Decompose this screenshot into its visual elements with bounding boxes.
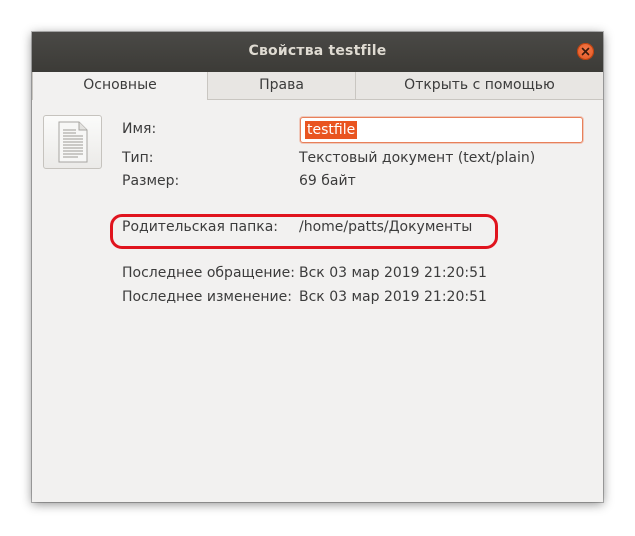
last-modified-value: Вск 03 мар 2019 21:20:51 <box>299 289 487 305</box>
size-label: Размер: <box>122 173 180 189</box>
tab-basic[interactable]: Основные <box>32 72 208 100</box>
window-title: Свойства testfile <box>248 43 387 59</box>
last-accessed-value: Вск 03 мар 2019 21:20:51 <box>299 265 487 281</box>
titlebar[interactable]: Свойства testfile <box>32 32 603 72</box>
parent-folder-value: /home/patts/Документы <box>299 219 473 235</box>
last-accessed-label: Последнее обращение: <box>122 265 295 281</box>
properties-dialog: Свойства testfile Основные Права Открыть… <box>32 32 603 502</box>
tab-bar: Основные Права Открыть с помощью <box>32 72 603 100</box>
type-value: Текстовый документ (text/plain) <box>299 150 536 166</box>
type-label: Тип: <box>122 150 154 166</box>
parent-folder-label: Родительская папка: <box>122 219 278 235</box>
tab-permissions[interactable]: Права <box>208 72 355 100</box>
close-button[interactable] <box>577 43 594 60</box>
file-icon-button[interactable] <box>43 115 102 169</box>
name-input-value: testfile <box>305 121 358 139</box>
name-input[interactable]: testfile <box>300 117 583 143</box>
last-modified-label: Последнее изменение: <box>122 289 292 305</box>
size-value: 69 байт <box>299 173 356 189</box>
basic-tab-panel: Имя: testfile Тип: Текстовый документ (t… <box>32 100 603 502</box>
close-icon <box>581 47 590 56</box>
tab-open-with[interactable]: Открыть с помощью <box>355 72 603 100</box>
name-label: Имя: <box>122 121 157 137</box>
text-document-icon <box>58 121 88 163</box>
